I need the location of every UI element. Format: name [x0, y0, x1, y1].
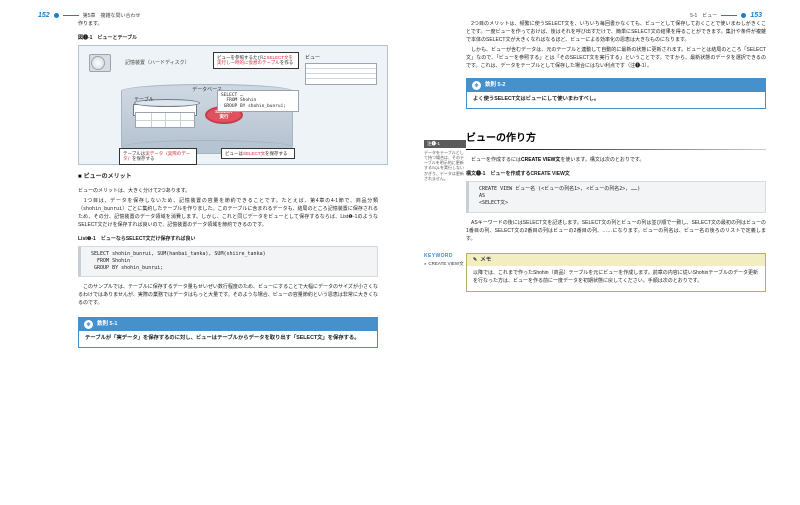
- page-right: 5-1 ビュー 153 注❶-1 データをテーブルとして持つ場合は、そのテーブル…: [400, 0, 800, 505]
- para-r3: ビューを作成するにはCREATE VIEW文を使います。構文は次のとおりです。: [466, 156, 766, 164]
- para-merit-2: 1つ目は、データを保存しないため、記憶装置の容量を節約できることです。たとえば、…: [78, 197, 378, 229]
- rule-body-5-1: テーブルが「実データ」を保存するのに対し、ビューはテーブルからデータを取り出す「…: [79, 331, 377, 347]
- dot-icon: [54, 13, 59, 18]
- figure-view-table: 記憶装置（ハードディスク） ビューを参照するたびにSELECT文を実行し一時的に…: [78, 45, 388, 165]
- section-heading-merit: ビューのメリット: [78, 173, 378, 183]
- rule-box-5-1: ✻ 鉄則 5-1 テーブルが「実データ」を保存するのに対し、ビューはテーブルから…: [78, 317, 378, 348]
- page-number-right: 153: [750, 10, 762, 21]
- right-body: 2つ目のメリットは、頻繁に使うSELECT文を、いちいち毎回書かなくても、ビュー…: [466, 20, 766, 292]
- rule-head-5-1: ✻ 鉄則 5-1: [79, 318, 377, 331]
- rule-box-5-2: ✻ 鉄則 5-2 よく使うSELECT文はビューにして使いまわすべし。: [466, 78, 766, 109]
- header-right: 5-1 ビュー 153: [690, 10, 766, 21]
- sidebar-note-head: 注❶-1: [424, 140, 466, 148]
- figure-caption: 図❶-1 ビューとテーブル: [78, 34, 378, 42]
- figure-note-bottom-left: テーブルは実データ（実際のデータ）を保存する: [119, 148, 197, 165]
- code-list-1: SELECT shohin_bunrui, SUM(hanbai_tanka),…: [78, 246, 378, 278]
- figure-view-grid: ビュー: [305, 54, 377, 85]
- para-r2: しかも、ビューが含むデータは、元のテーブルと連動して自動的に最新の状態に更新され…: [466, 46, 766, 70]
- para-r4: ASキーワードの後にはSELECT文を記述します。SELECT文の列とビューの列…: [466, 219, 766, 243]
- memo-box: ✎ メモ 以降では、これまで作ったShohin（商品）テーブルを元にビューを作成…: [466, 253, 766, 293]
- flag-icon: ✻: [84, 320, 93, 329]
- page-number-left: 152: [38, 10, 50, 21]
- keyword-sidebar: KEYWORD CREATE VIEW文: [424, 252, 464, 267]
- intro-tail: 作ります。: [78, 20, 378, 28]
- para-merit-3: このサンプルでは、テーブルに保存するデータ量もせいぜい数行程度のため、ビューにす…: [78, 283, 378, 307]
- figure-note-bottom-right: ビューはSELECT文を保存する: [221, 148, 295, 159]
- syntax-caption: 構文❶-1 ビューを作成するCREATE VIEW文: [466, 170, 766, 178]
- keyword-label: KEYWORD: [424, 252, 464, 260]
- section-label: 5-1 ビュー: [690, 12, 717, 20]
- code-syntax-1: CREATE VIEW ビュー名 (<ビューの列名1>, <ビューの列名2>, …: [466, 181, 766, 213]
- section-underline: [466, 149, 766, 150]
- figure-note-top: ビューを参照するたびにSELECT文を実行し一時的に仮想のテーブルを作る: [213, 52, 299, 69]
- chapter-label: 第5章 複雑な問い合わせ: [83, 12, 141, 20]
- header-left: 152 第5章 複雑な問い合わせ: [34, 10, 140, 21]
- header-rule: [63, 15, 79, 16]
- para-r1: 2つ目のメリットは、頻繁に使うSELECT文を、いちいち毎回書かなくても、ビュー…: [466, 20, 766, 44]
- sidebar-note-body: データをテーブルとして持つ場合は、そのテーブルを明示的に更新するSQLを実行しな…: [424, 150, 466, 181]
- left-body: 作ります。 図❶-1 ビューとテーブル 記憶装置（ハードディスク） ビューを参照…: [78, 20, 378, 348]
- hdd-label: 記憶装置（ハードディスク）: [125, 59, 190, 67]
- pencil-icon: ✎: [473, 256, 477, 264]
- keyword-item: CREATE VIEW文: [424, 260, 464, 267]
- dot-icon: [741, 13, 746, 18]
- sidebar-note: 注❶-1 データをテーブルとして持つ場合は、そのテーブルを明示的に更新するSQL…: [424, 140, 466, 181]
- header-rule: [721, 15, 737, 16]
- figure-code-bubble: SELECT … FROM Shohin GROUP BY shohin_bun…: [217, 90, 299, 112]
- rule-head-5-2: ✻ 鉄則 5-2: [467, 79, 765, 92]
- para-merit-1: ビューのメリットは、大きく分けて2つあります。: [78, 187, 378, 195]
- flag-icon: ✻: [472, 81, 481, 90]
- rule-body-5-2: よく使うSELECT文はビューにして使いまわすべし。: [467, 92, 765, 108]
- page-left: 152 第5章 複雑な問い合わせ 作ります。 図❶-1 ビューとテーブル 記憶装…: [0, 0, 400, 505]
- book-spread: 152 第5章 複雑な問い合わせ 作ります。 図❶-1 ビューとテーブル 記憶装…: [0, 0, 800, 505]
- memo-head: ✎ メモ: [467, 253, 765, 267]
- hdd-icon: [89, 54, 121, 74]
- memo-body: 以降では、これまで作ったShohin（商品）テーブルを元にビューを作成します。前…: [467, 266, 765, 291]
- section-title-create-view: ビューの作り方: [466, 123, 766, 147]
- list-caption-1: List❶-1 ビューならSELECT文だけ保存すれば良い: [78, 235, 378, 243]
